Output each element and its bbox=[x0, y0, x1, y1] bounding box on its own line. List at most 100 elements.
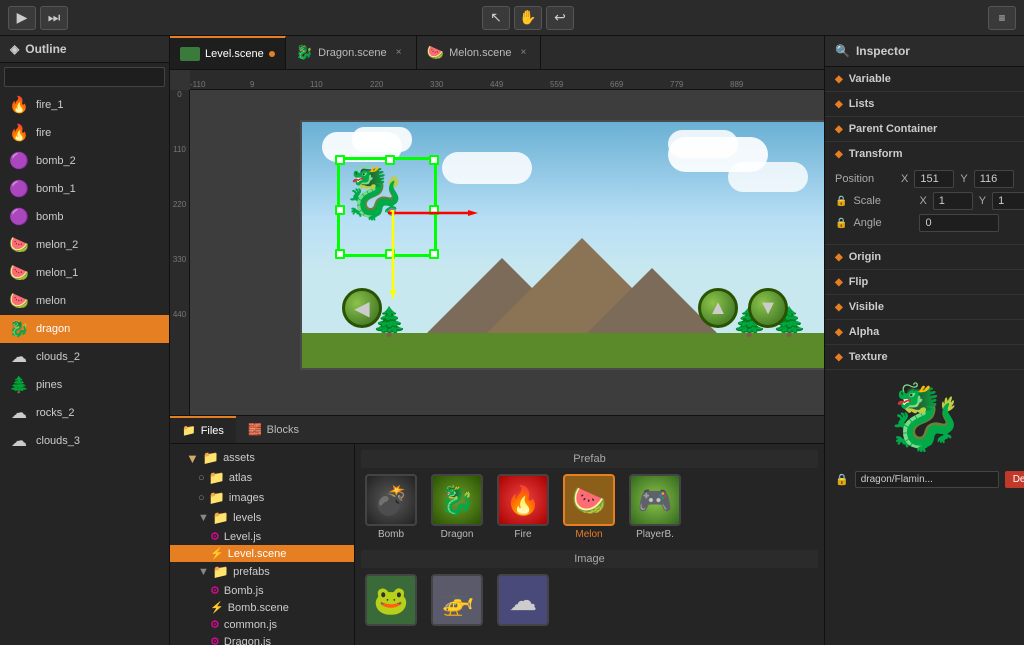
position-y-input[interactable] bbox=[974, 170, 1014, 188]
tab-label-dragon: Dragon.scene bbox=[318, 47, 387, 59]
hand-tool-button[interactable]: ✋ bbox=[514, 6, 542, 30]
handle-br[interactable] bbox=[429, 249, 439, 259]
outline-panel: ◈ Outline 🔥 fire_1 🔥 fire 🟣 bomb_2 🟣 bom… bbox=[0, 36, 170, 645]
section-variable-header[interactable]: ◆ Variable bbox=[825, 67, 1024, 91]
file-atlas[interactable]: ○ 📁 atlas bbox=[170, 468, 354, 488]
section-flip-header[interactable]: ◆ Flip bbox=[825, 270, 1024, 294]
prefab-melon[interactable]: 🍉 Melon bbox=[559, 474, 619, 540]
ruler-tick: 220 bbox=[370, 80, 383, 89]
prefab-playerb[interactable]: 🎮 PlayerB. bbox=[625, 474, 685, 540]
tab-close-melon[interactable]: × bbox=[516, 46, 530, 60]
image-item-1[interactable]: 🐸 bbox=[361, 574, 421, 626]
prefab-dragon[interactable]: 🐉 Dragon bbox=[427, 474, 487, 540]
sidebar-item-pines[interactable]: 🌲 pines bbox=[0, 371, 169, 399]
file-dragonjs-icon: ⚙ bbox=[210, 635, 220, 645]
section-texture-label: Texture bbox=[849, 351, 888, 363]
section-parent-header[interactable]: ◆ Parent Container bbox=[825, 117, 1024, 141]
arrow-v bbox=[390, 210, 396, 300]
img-emoji-1: 🐸 bbox=[374, 584, 409, 617]
handle-tr[interactable] bbox=[429, 155, 439, 165]
file-images[interactable]: ○ 📁 images bbox=[170, 488, 354, 508]
play-button[interactable]: ▶ bbox=[8, 6, 36, 30]
cloud-2 bbox=[352, 127, 412, 152]
tab-close-dragon[interactable]: × bbox=[392, 46, 406, 60]
handle-bl[interactable] bbox=[335, 249, 345, 259]
sidebar-item-clouds_3[interactable]: ☁ clouds_3 bbox=[0, 427, 169, 455]
file-common-js[interactable]: ⚙ common.js bbox=[170, 616, 354, 633]
sidebar-icon-rocks_2: ☁ bbox=[8, 402, 30, 424]
step-button[interactable]: ⏭ bbox=[40, 6, 68, 30]
handle-ml[interactable] bbox=[335, 205, 345, 215]
bottom-panel: 📁 Files 🧱 Blocks ▼ 📁 assets bbox=[170, 415, 824, 645]
tab-level-scene[interactable]: Level.scene bbox=[170, 36, 286, 69]
scene-viewport[interactable]: 🌲 🌲 🌲 🐉 bbox=[190, 90, 824, 415]
game-button-up[interactable]: ▲ bbox=[698, 288, 738, 328]
game-button-left[interactable]: ◀ bbox=[342, 288, 382, 328]
handle-tl[interactable] bbox=[335, 155, 345, 165]
image-grid: 🐸 🚁 ☁ bbox=[361, 574, 818, 626]
tab-melon-scene[interactable]: 🍉 Melon.scene × bbox=[417, 36, 542, 69]
image-item-2[interactable]: 🚁 bbox=[427, 574, 487, 626]
sidebar-item-bomb[interactable]: 🟣 bomb bbox=[0, 203, 169, 231]
sidebar-item-bomb_2[interactable]: 🟣 bomb_2 bbox=[0, 147, 169, 175]
section-alpha-header[interactable]: ◆ Alpha bbox=[825, 320, 1024, 344]
scale-label: Scale bbox=[853, 195, 913, 207]
section-visible-label: Visible bbox=[849, 301, 884, 313]
image-item-3[interactable]: ☁ bbox=[493, 574, 553, 626]
ruler-tick: 889 bbox=[730, 80, 743, 89]
section-origin-label: Origin bbox=[849, 251, 881, 263]
file-dragon-js[interactable]: ⚙ Dragon.js bbox=[170, 633, 354, 645]
sidebar-item-bomb_1[interactable]: 🟣 bomb_1 bbox=[0, 175, 169, 203]
sidebar-item-fire_1[interactable]: 🔥 fire_1 bbox=[0, 91, 169, 119]
sidebar-item-rocks_2[interactable]: ☁ rocks_2 bbox=[0, 399, 169, 427]
file-level-js[interactable]: ⚙ Level.js bbox=[170, 528, 354, 545]
scale-y-input[interactable] bbox=[992, 192, 1024, 210]
main-menu-button[interactable]: ≡ bbox=[988, 6, 1016, 30]
prefab-fire[interactable]: 🔥 Fire bbox=[493, 474, 553, 540]
folder-triangle-3: ▼ bbox=[198, 512, 209, 524]
section-texture-header[interactable]: ◆ Texture bbox=[825, 345, 1024, 369]
canvas-area[interactable]: -110 9 110 220 330 449 559 669 779 889 0… bbox=[170, 70, 824, 415]
scale-x-input[interactable] bbox=[933, 192, 973, 210]
sidebar-icon-melon: 🍉 bbox=[8, 290, 30, 312]
texture-input[interactable] bbox=[855, 471, 999, 488]
tab-files[interactable]: 📁 Files bbox=[170, 416, 236, 443]
folder-triangle-4: ▼ bbox=[198, 566, 209, 578]
position-x-input[interactable] bbox=[914, 170, 954, 188]
sidebar-item-fire[interactable]: 🔥 fire bbox=[0, 119, 169, 147]
section-lists-label: Lists bbox=[849, 98, 875, 110]
image-section-label: Image bbox=[361, 550, 818, 568]
tab-label-level: Level.scene bbox=[205, 48, 264, 60]
rotate-tool-button[interactable]: ↩ bbox=[546, 6, 574, 30]
move-tool-button[interactable]: ↖ bbox=[482, 6, 510, 30]
img-emoji-3: ☁ bbox=[509, 584, 537, 617]
game-button-down[interactable]: ▼ bbox=[748, 288, 788, 328]
sidebar-item-melon[interactable]: 🍉 melon bbox=[0, 287, 169, 315]
sidebar-item-melon_2[interactable]: 🍉 melon_2 bbox=[0, 231, 169, 259]
sidebar-item-melon_1[interactable]: 🍉 melon_1 bbox=[0, 259, 169, 287]
file-commonjs-icon: ⚙ bbox=[210, 618, 220, 631]
sidebar-search-input[interactable] bbox=[4, 67, 165, 87]
section-lists-header[interactable]: ◆ Lists bbox=[825, 92, 1024, 116]
section-transform-header[interactable]: ◆ Transform bbox=[825, 142, 1024, 166]
sidebar-item-clouds_2[interactable]: ☁ clouds_2 bbox=[0, 343, 169, 371]
prefab-fire-label: Fire bbox=[514, 529, 531, 540]
prefab-bomb[interactable]: 💣 Bomb bbox=[361, 474, 421, 540]
file-bomb-scene[interactable]: ⚡ Bomb.scene bbox=[170, 599, 354, 616]
sidebar-icon-fire: 🔥 bbox=[8, 122, 30, 144]
file-prefabs[interactable]: ▼ 📁 prefabs bbox=[170, 562, 354, 582]
section-visible-header[interactable]: ◆ Visible bbox=[825, 295, 1024, 319]
tab-dragon-scene[interactable]: 🐉 Dragon.scene × bbox=[286, 36, 417, 69]
file-levels[interactable]: ▼ 📁 levels bbox=[170, 508, 354, 528]
file-level-scene[interactable]: ⚡ Level.scene bbox=[170, 545, 354, 562]
file-assets[interactable]: ▼ 📁 assets bbox=[170, 448, 354, 468]
section-origin-header[interactable]: ◆ Origin bbox=[825, 245, 1024, 269]
ruler-tick: 449 bbox=[490, 80, 503, 89]
tab-blocks[interactable]: 🧱 Blocks bbox=[236, 416, 311, 443]
sidebar-item-dragon[interactable]: 🐉 dragon bbox=[0, 315, 169, 343]
prefab-playerb-thumb: 🎮 bbox=[629, 474, 681, 526]
handle-tm[interactable] bbox=[385, 155, 395, 165]
angle-input[interactable] bbox=[919, 214, 999, 232]
file-bomb-js[interactable]: ⚙ Bomb.js bbox=[170, 582, 354, 599]
delete-button[interactable]: Delete bbox=[1005, 471, 1024, 488]
